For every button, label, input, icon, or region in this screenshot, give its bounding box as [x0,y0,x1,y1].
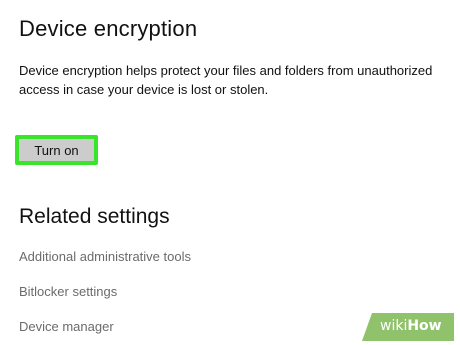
watermark-suffix: How [407,318,442,334]
watermark-prefix: wiki [380,318,408,334]
device-encryption-settings-page: Device encryption Device encryption help… [0,0,460,345]
page-title: Device encryption [19,16,198,41]
additional-administrative-tools-link[interactable]: Additional administrative tools [19,249,191,264]
wikihow-watermark: wikiHow [362,313,454,341]
watermark-text: wikiHow [380,318,442,334]
related-settings-heading: Related settings [19,205,170,228]
turn-on-button[interactable]: Turn on [15,135,98,165]
device-manager-link[interactable]: Device manager [19,319,114,334]
encryption-description: Device encryption helps protect your fil… [19,63,433,97]
bitlocker-settings-link[interactable]: Bitlocker settings [19,284,117,299]
